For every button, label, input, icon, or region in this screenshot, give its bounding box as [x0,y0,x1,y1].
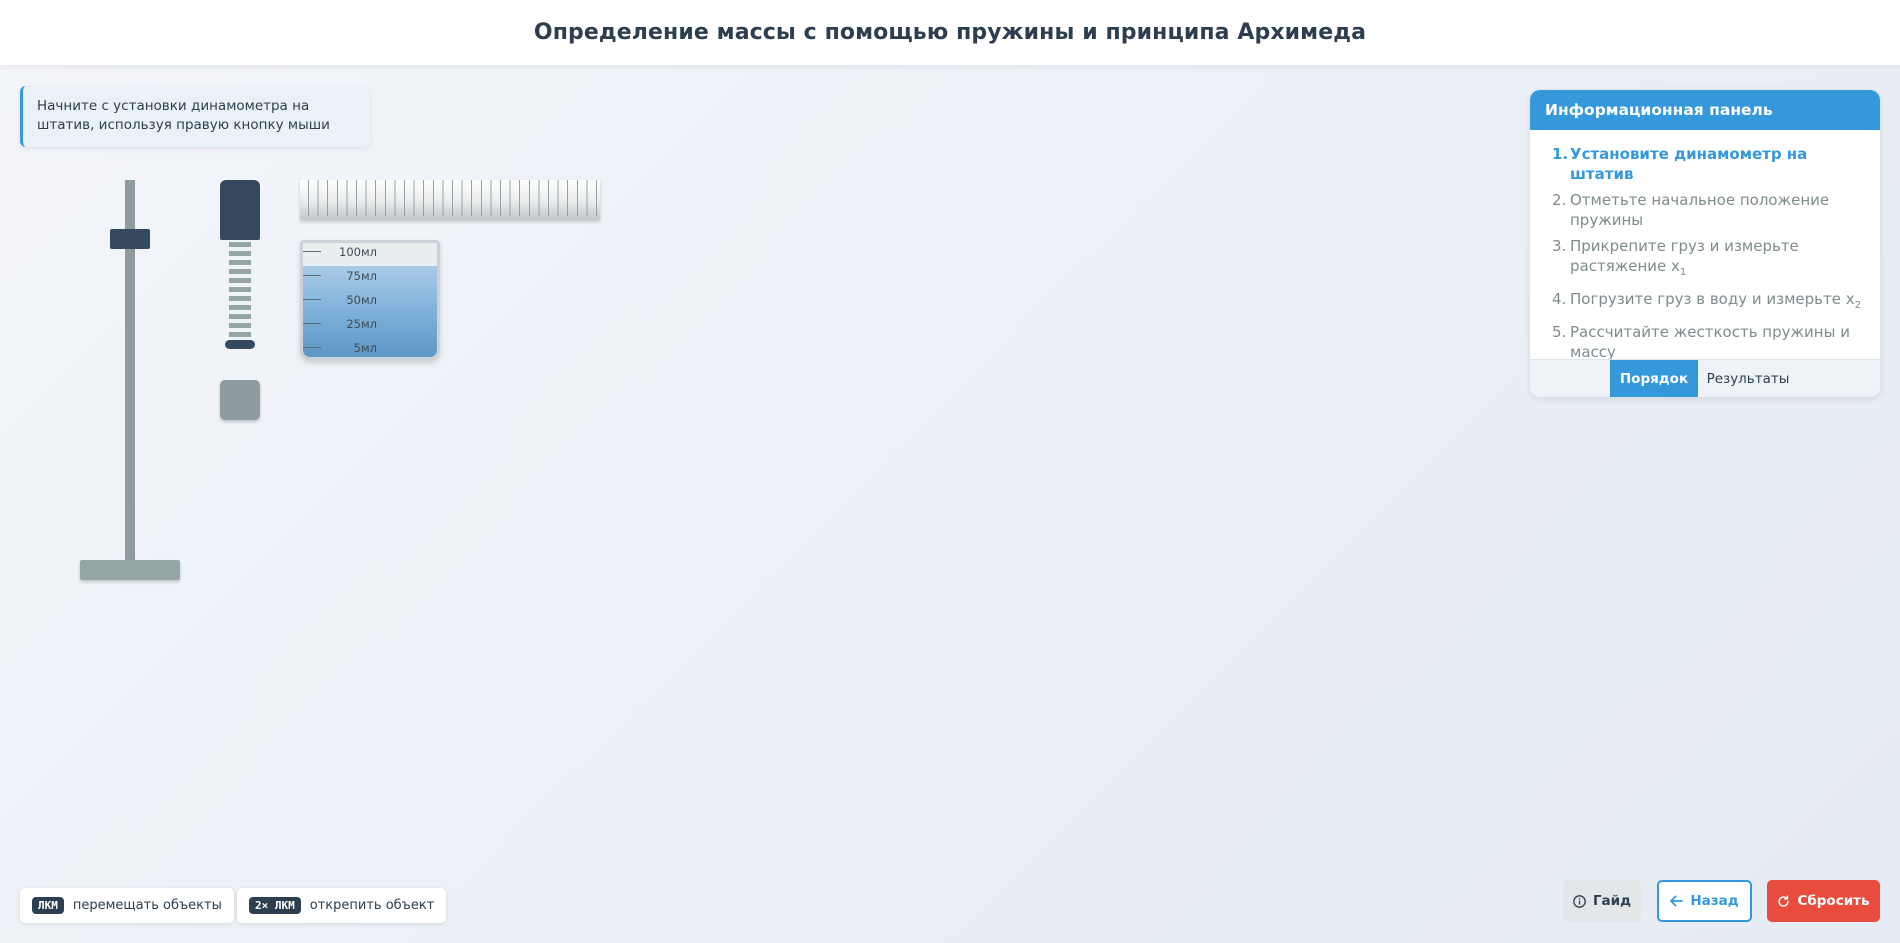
key-badge: ЛКМ [32,897,64,914]
step-text-main: Погрузите груз в воду и измерьте x [1570,290,1855,308]
control-hint-text: открепить объект [309,898,435,913]
dynamometer-hook[interactable] [225,340,255,349]
back-label: Назад [1690,893,1739,909]
step-item: 3. Прикрепите груз и измерьте растяжение… [1552,236,1862,283]
beaker-mark-line [303,275,321,276]
page-title: Определение массы с помощью пружины и пр… [533,20,1367,45]
step-number: 1. [1552,145,1569,163]
instruction-hint: Начните с установки динамометра на штати… [20,86,370,147]
beaker-mark-label: 25мл [346,317,377,331]
dynamometer-spring[interactable] [229,242,251,338]
guide-label: Гайд [1592,893,1632,909]
step-number: 2. [1552,191,1567,209]
info-icon [1573,894,1586,908]
guide-button[interactable]: Гайд [1563,880,1641,922]
info-panel-title: Информационная панель [1530,90,1880,130]
stand-base[interactable] [80,560,180,580]
arrow-left-icon [1670,895,1684,907]
step-number: 5. [1552,323,1567,341]
stand-clamp[interactable] [110,229,150,249]
tab-order[interactable]: Порядок [1610,360,1698,397]
app-header: Определение массы с помощью пружины и пр… [0,0,1900,65]
step-text: Прикрепите груз и измерьте растяжение x1 [1570,236,1862,283]
info-panel: Информационная панель 1. Установите дина… [1530,90,1880,397]
beaker-mark-label: 100мл [339,245,377,259]
panel-tabs: Порядок Результаты [1530,359,1880,397]
beaker-mark-label: 75мл [346,269,377,283]
back-button[interactable]: Назад [1657,880,1752,922]
steps-list: 1. Установите динамометр на штатив 2. От… [1530,130,1880,362]
beaker-mark-label: 5мл [353,341,377,355]
step-number: 4. [1552,290,1567,308]
step-text: Установите динамометр на штатив [1570,145,1808,183]
beaker-mark-label: 50мл [346,293,377,307]
step-item: 1. Установите динамометр на штатив [1552,144,1862,184]
weight-block[interactable] [220,380,260,420]
reset-label: Сбросить [1797,893,1870,909]
refresh-icon [1777,894,1790,908]
control-hint-text: перемещать объекты [72,898,222,913]
reset-button[interactable]: Сбросить [1767,880,1880,922]
step-number: 3. [1552,237,1567,255]
step-item: 2. Отметьте начальное положение пружины [1552,190,1862,230]
step-text: Рассчитайте жесткость пружины и массу [1570,323,1850,361]
dynamometer-body[interactable] [220,180,260,240]
ruler[interactable] [300,180,600,220]
step-text: Погрузите груз в воду и измерьте x2 [1570,289,1861,316]
step-subscript: 1 [1679,267,1687,278]
step-text: Отметьте начальное положение пружины [1570,191,1830,229]
control-hint-move: ЛКМ перемещать объекты [20,888,234,923]
tab-results[interactable]: Результаты [1698,360,1798,397]
beaker-mark-line [303,251,321,252]
step-subscript: 2 [1854,300,1861,311]
step-item: 5. Рассчитайте жесткость пружины и массу [1552,322,1862,362]
beaker-mark-line [303,347,321,348]
ruler-ticks [308,180,598,216]
key-badge: 2× ЛКМ [249,897,301,914]
beaker[interactable]: 100мл 75мл 50мл 25мл 5мл [300,240,440,360]
step-item: 4. Погрузите груз в воду и измерьте x2 [1552,289,1862,316]
control-hint-detach: 2× ЛКМ открепить объект [237,888,447,923]
beaker-mark-line [303,323,321,324]
beaker-mark-line [303,299,321,300]
